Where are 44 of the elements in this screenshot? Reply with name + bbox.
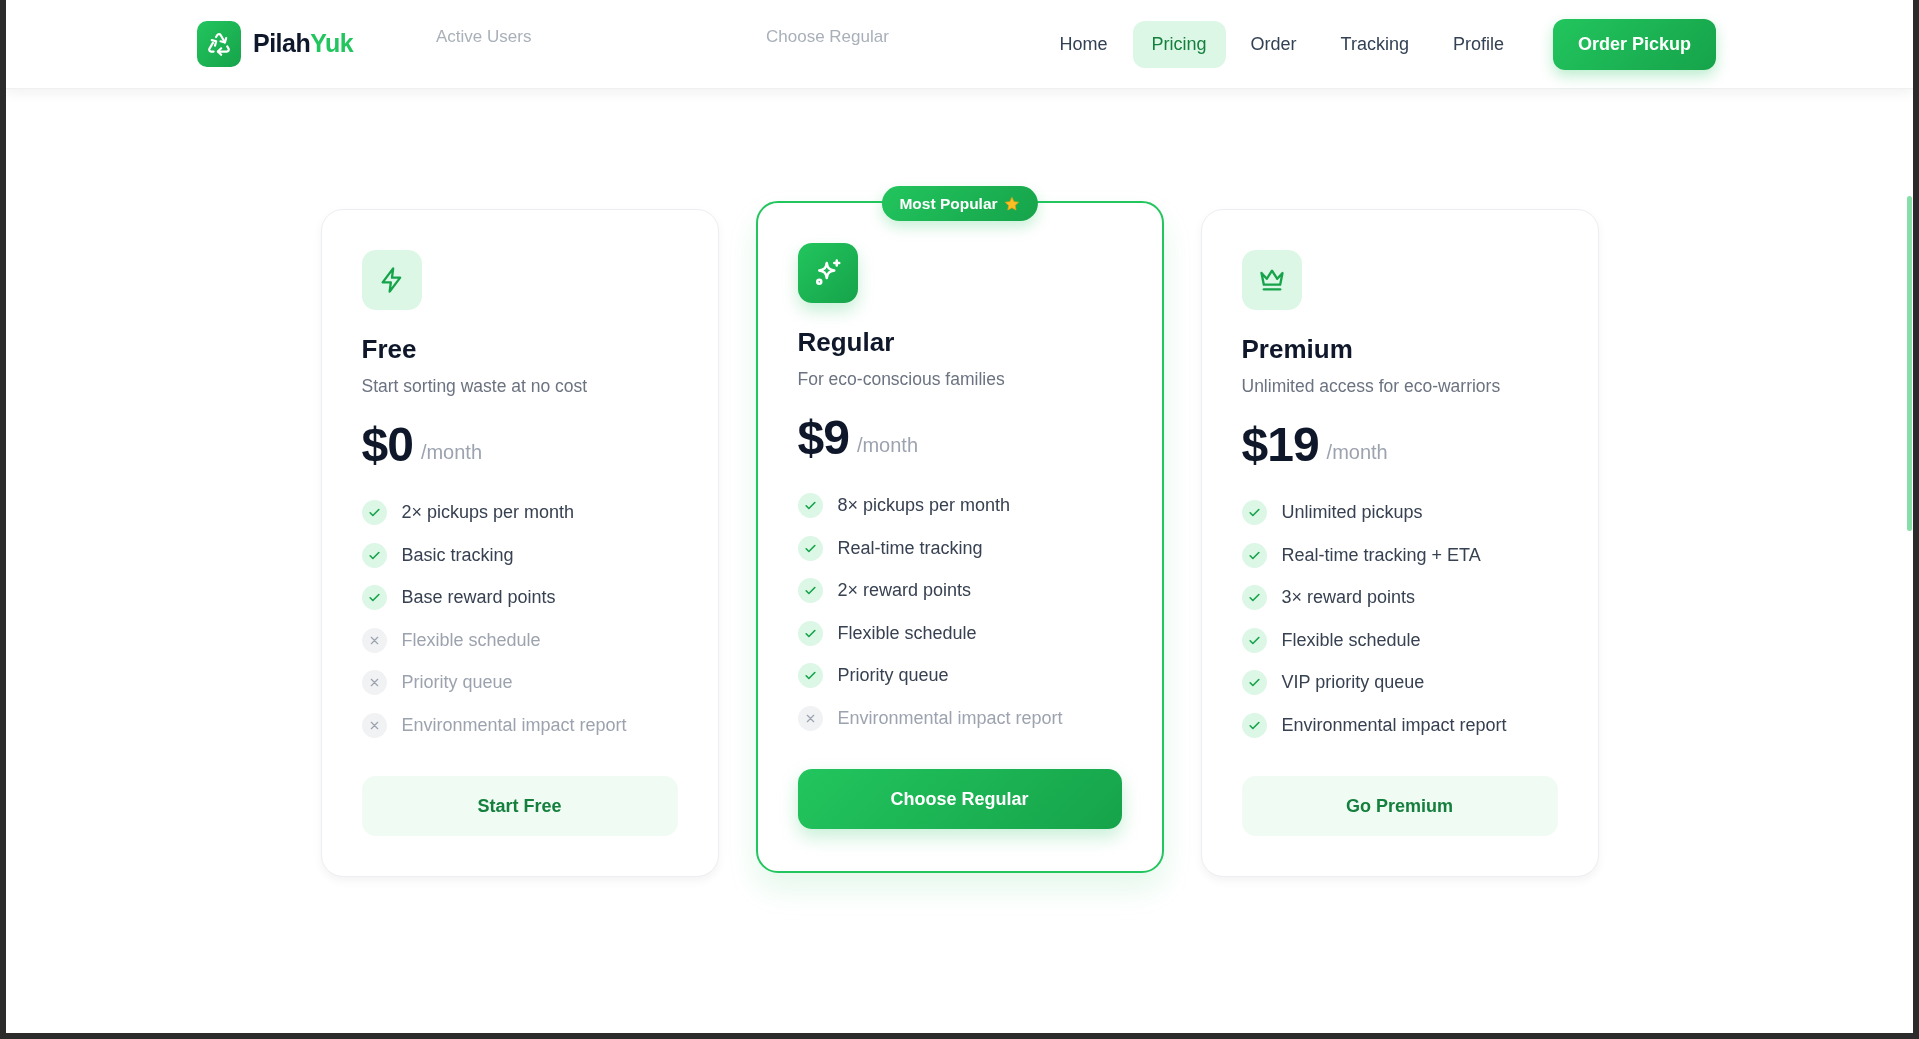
plan-price: $0	[361, 421, 413, 470]
feature-text: VIP priority queue	[1281, 671, 1425, 694]
stat-label: Active Users	[436, 26, 532, 48]
nav-link[interactable]: Profile	[1433, 20, 1523, 68]
feature-text: Priority queue	[401, 671, 513, 694]
plan-description: Unlimited access for eco-warriors	[1241, 375, 1502, 398]
plan-button[interactable]: Go Premium	[1241, 776, 1558, 837]
brand-name[interactable]: PilahYuk	[253, 25, 354, 63]
price-period: /month	[856, 433, 919, 459]
plan-button[interactable]: Start Free	[361, 776, 678, 837]
feature-text: Base reward points	[401, 586, 556, 609]
nav-link[interactable]: Tracking	[1321, 20, 1428, 68]
popular-badge: Most Popular	[881, 186, 1038, 222]
feature-text: Environmental impact report	[1281, 713, 1507, 737]
nav-link[interactable]: Order	[1231, 20, 1316, 68]
feature-text: Flexible schedule	[837, 621, 977, 645]
plan-price: $9	[797, 414, 849, 463]
plan-description: For eco-conscious families	[797, 368, 1006, 391]
plan-price: $19	[1241, 421, 1319, 470]
feature-text: 3× reward points	[1281, 586, 1416, 609]
stat-label: Choose Regular	[766, 26, 889, 48]
feature-text: 8× pickups per month	[837, 494, 1011, 517]
feature-text: 2× pickups per month	[401, 501, 575, 524]
plan-name: Premium	[1241, 333, 1354, 366]
plan-description: Start sorting waste at no cost	[361, 375, 589, 398]
feature-text: Basic tracking	[401, 543, 514, 567]
feature-text: Environmental impact report	[837, 706, 1063, 730]
star-icon	[1003, 195, 1020, 212]
feature-text: Flexible schedule	[401, 628, 541, 652]
logo-icon	[197, 21, 241, 67]
plan-name: Free	[361, 333, 418, 366]
nav-link[interactable]: Pricing	[1132, 20, 1226, 68]
feature-text: Real-time tracking	[837, 536, 983, 560]
feature-text: Unlimited pickups	[1281, 501, 1423, 524]
feature-text: Environmental impact report	[401, 713, 627, 737]
price-period: /month	[420, 440, 483, 466]
nav-link[interactable]: Home	[1040, 20, 1127, 68]
price-period: /month	[1326, 440, 1388, 466]
feature-text: 2× reward points	[837, 579, 972, 602]
plan-name: Regular	[797, 326, 896, 359]
feature-text: Real-time tracking + ETA	[1281, 543, 1481, 567]
feature-text: Priority queue	[837, 664, 949, 687]
scrollbar-thumb[interactable]	[1907, 196, 1912, 531]
feature-text: Flexible schedule	[1281, 628, 1421, 652]
